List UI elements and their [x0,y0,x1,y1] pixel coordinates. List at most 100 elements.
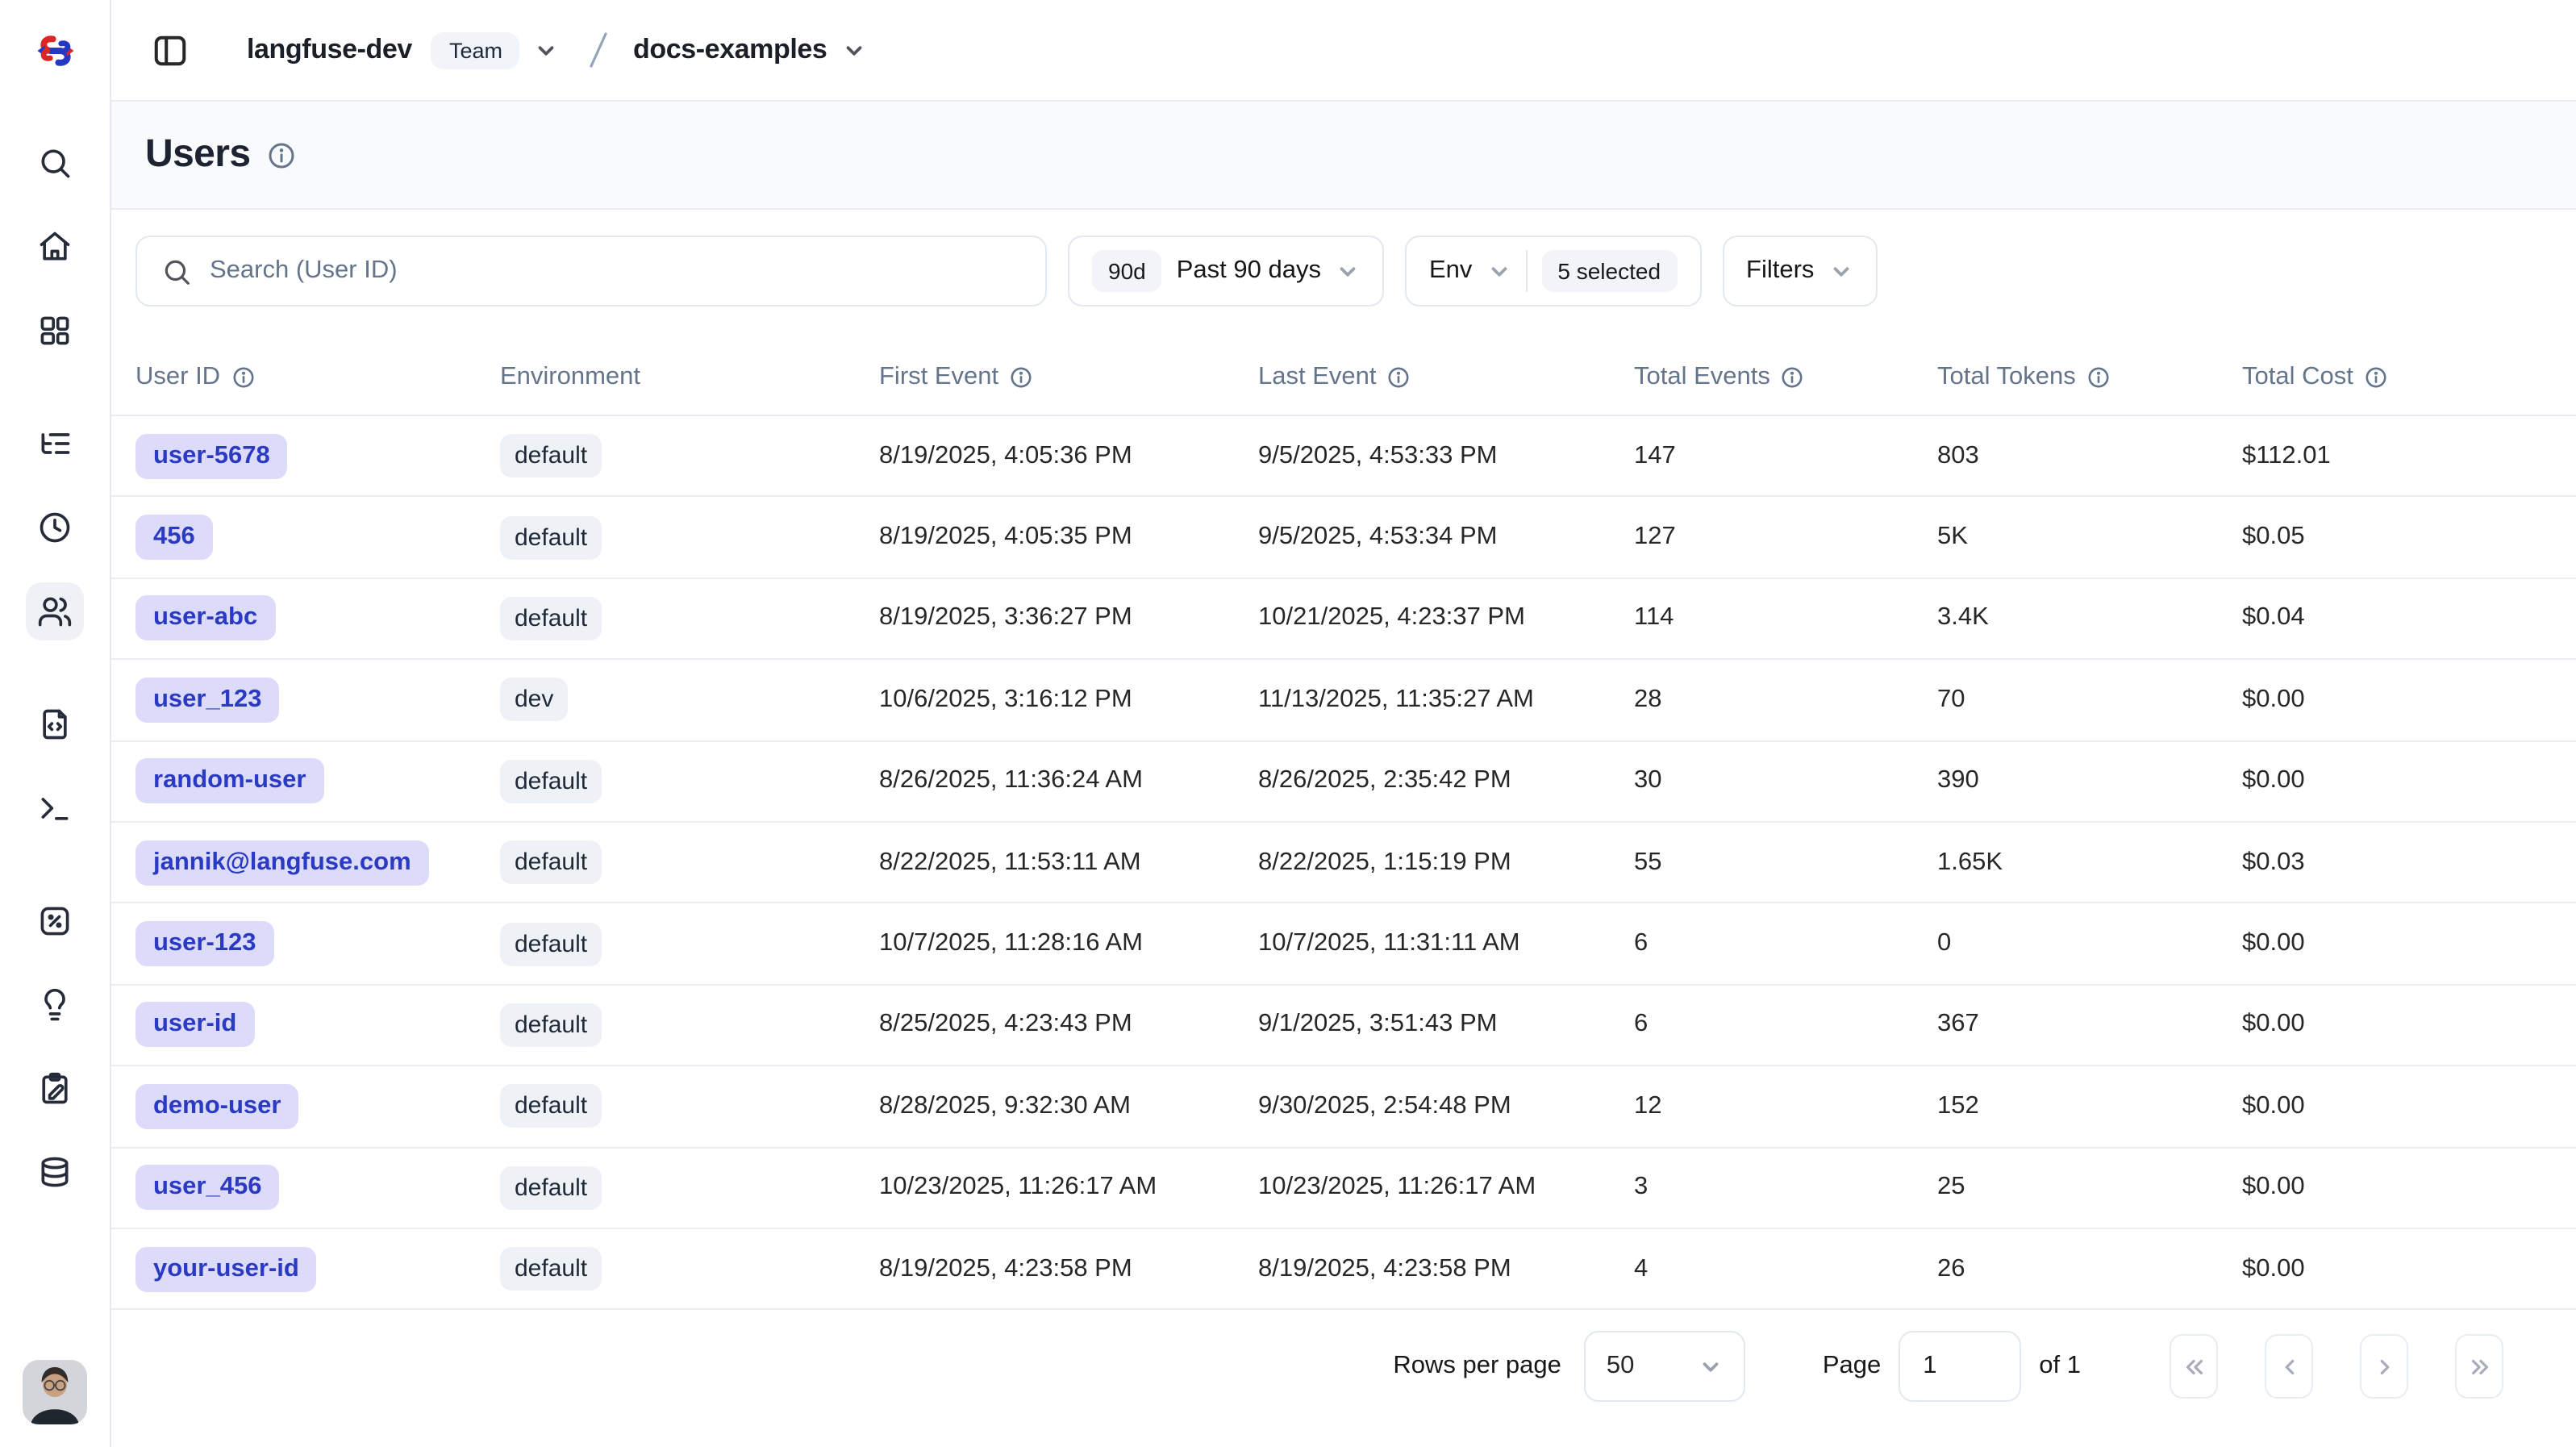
info-icon[interactable] [231,366,254,389]
chevron-down-icon [1336,259,1360,283]
total-cost-cell: $0.00 [2242,929,2552,958]
sidebar-item-tracing[interactable] [26,415,84,473]
total-events-cell: 55 [1634,848,1937,877]
langfuse-logo[interactable] [0,0,110,102]
org-type-badge: Team [431,31,520,69]
sidebar-item-insights[interactable] [26,976,84,1034]
table-row[interactable]: user-id default 8/25/2025, 4:23:43 PM 9/… [111,985,2576,1066]
sidebar-item-annotation[interactable] [26,1060,84,1118]
users-icon [37,594,73,629]
total-events-cell: 12 [1634,1092,1937,1121]
table-row[interactable]: random-user default 8/26/2025, 11:36:24 … [111,741,2576,823]
table-row[interactable]: 456 default 8/19/2025, 4:05:35 PM 9/5/20… [111,498,2576,579]
project-name[interactable]: docs-examples [633,34,827,66]
table-row[interactable]: jannik@langfuse.com default 8/22/2025, 1… [111,823,2576,904]
next-page-button[interactable] [2360,1335,2408,1399]
info-icon[interactable] [1782,366,1804,389]
table-row[interactable]: user_123 dev 10/6/2025, 3:16:12 PM 11/13… [111,660,2576,741]
last-event-cell: 9/5/2025, 4:53:33 PM [1258,441,1634,470]
total-cost-cell: $0.00 [2242,767,2552,796]
table-row[interactable]: user-5678 default 8/19/2025, 4:05:36 PM … [111,416,2576,498]
total-tokens-cell: 0 [1937,929,2242,958]
user-id-badge[interactable]: 456 [135,515,213,560]
column-header-first-event[interactable]: First Event [879,363,1258,392]
chevron-down-icon [1486,259,1511,283]
page-count-label: of 1 [2039,1353,2081,1382]
user-id-badge[interactable]: user-abc [135,596,275,641]
env-filter-label: Env [1429,256,1472,286]
last-event-cell: 10/21/2025, 4:23:37 PM [1258,604,1634,633]
lightbulb-icon [37,987,73,1023]
total-cost-cell: $0.04 [2242,604,2552,633]
total-tokens-cell: 5K [1937,523,2242,552]
divider [1525,250,1527,292]
sidebar-item-users[interactable] [26,582,84,640]
chevron-down-icon [841,38,865,62]
user-id-badge[interactable]: user-id [135,1003,254,1048]
org-switcher-button[interactable] [535,38,559,62]
info-icon[interactable] [2087,366,2110,389]
info-icon[interactable] [1388,366,1411,389]
first-event-cell: 10/6/2025, 3:16:12 PM [879,686,1258,715]
environment-filter-button[interactable]: Env 5 selected [1405,236,1701,306]
total-events-cell: 3 [1634,1173,1937,1202]
sidebar-item-search[interactable] [26,134,84,192]
chevron-down-icon [535,38,559,62]
filters-label: Filters [1746,256,1814,286]
info-icon[interactable] [2365,366,2387,389]
sidebar-item-home[interactable] [26,218,84,276]
column-header-total-cost[interactable]: Total Cost [2242,363,2552,392]
column-header-total-tokens[interactable]: Total Tokens [1937,363,2242,392]
search-box[interactable] [135,236,1047,306]
date-range-button[interactable]: 90d Past 90 days [1068,236,1384,306]
database-icon [37,1155,73,1191]
first-event-cell: 8/26/2025, 11:36:24 AM [879,767,1258,796]
column-header-user-id[interactable]: User ID [135,363,500,392]
sidebar-item-sessions[interactable] [26,498,84,557]
column-header-total-events[interactable]: Total Events [1634,363,1937,392]
user-id-badge[interactable]: user-123 [135,921,274,966]
user-id-badge[interactable]: jannik@langfuse.com [135,840,429,885]
sidebar-toggle-button[interactable] [150,31,189,69]
project-switcher-button[interactable] [841,38,865,62]
table-row[interactable]: user-abc default 8/19/2025, 3:36:27 PM 1… [111,579,2576,661]
sidebar-icon-list [26,134,84,1202]
total-tokens-cell: 367 [1937,1011,2242,1040]
sidebar-item-datasets[interactable] [26,1144,84,1202]
sidebar-item-evaluation[interactable] [26,892,84,950]
sidebar-item-playground[interactable] [26,779,84,837]
page-label: Page [1823,1353,1881,1382]
search-input[interactable] [210,256,1021,286]
first-page-button[interactable] [2170,1335,2218,1399]
sidebar-item-prompts[interactable] [26,695,84,753]
column-header-environment[interactable]: Environment [500,363,879,392]
user-id-badge[interactable]: user_123 [135,678,279,723]
page-title: Users [145,132,250,177]
environment-badge: default [500,922,602,965]
user-avatar[interactable] [23,1360,87,1424]
user-id-badge[interactable]: your-user-id [135,1246,317,1291]
sidebar-item-dashboards[interactable] [26,302,84,360]
terminal-icon [37,790,73,826]
previous-page-button[interactable] [2265,1335,2313,1399]
user-id-badge[interactable]: user-5678 [135,433,288,478]
table-row[interactable]: your-user-id default 8/19/2025, 4:23:58 … [111,1229,2576,1311]
table-row[interactable]: demo-user default 8/28/2025, 9:32:30 AM … [111,1066,2576,1148]
user-id-badge[interactable]: random-user [135,759,324,804]
table-row[interactable]: user-123 default 10/7/2025, 11:28:16 AM … [111,904,2576,986]
date-range-badge: 90d [1092,250,1162,292]
filters-button[interactable]: Filters [1722,236,1877,306]
user-id-badge[interactable]: demo-user [135,1084,299,1129]
table-row[interactable]: user_456 default 10/23/2025, 11:26:17 AM… [111,1148,2576,1229]
total-tokens-cell: 390 [1937,767,2242,796]
user-id-badge[interactable]: user_456 [135,1165,279,1210]
page-title-info-icon[interactable] [268,141,295,169]
total-events-cell: 28 [1634,686,1937,715]
rows-per-page-select[interactable]: 50 [1584,1332,1745,1403]
info-icon[interactable] [1010,366,1032,389]
last-page-button[interactable] [2455,1335,2503,1399]
page-number-input[interactable] [1899,1332,2021,1403]
org-name[interactable]: langfuse-dev [247,34,412,66]
chevron-down-icon [1699,1355,1723,1379]
column-header-last-event[interactable]: Last Event [1258,363,1634,392]
